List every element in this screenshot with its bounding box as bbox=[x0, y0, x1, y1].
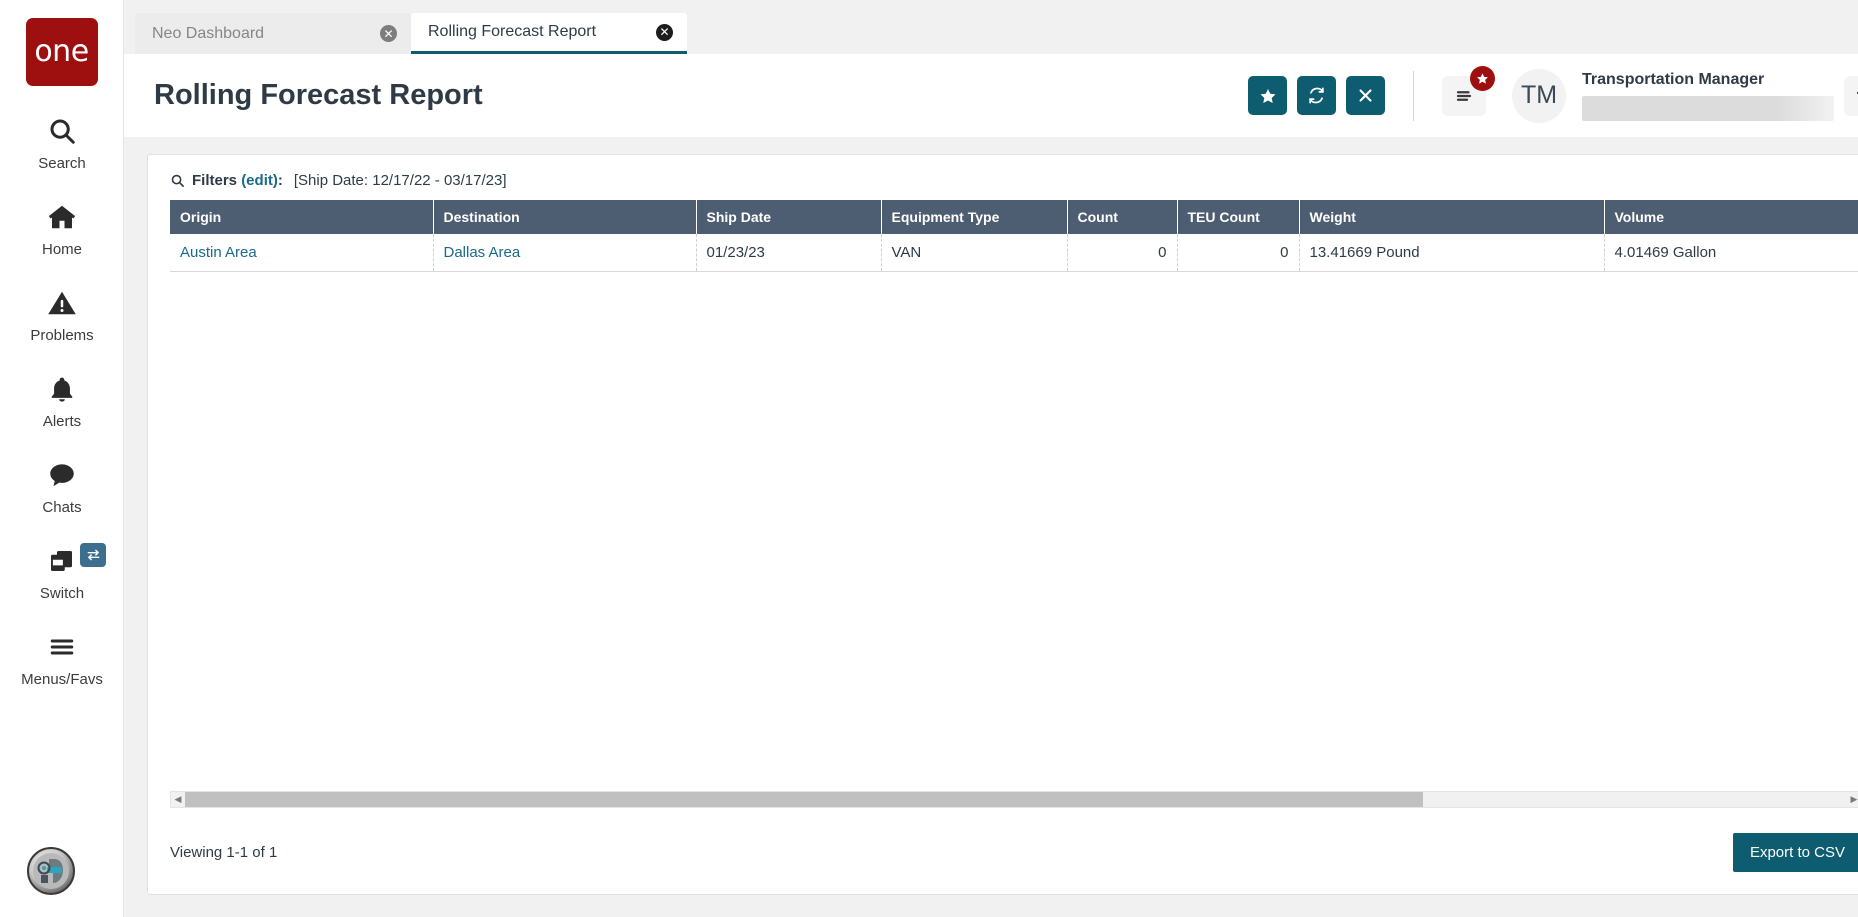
close-circle-icon[interactable]: ✕ bbox=[656, 23, 673, 41]
chevron-right-icon[interactable]: ▶ bbox=[1847, 795, 1858, 805]
logo-text: one bbox=[34, 34, 89, 69]
sidebar-item-label: Search bbox=[38, 155, 86, 172]
chevron-down-icon[interactable] bbox=[1844, 75, 1858, 116]
ai-assistant-avatar[interactable] bbox=[27, 847, 75, 895]
sidebar-item-label: Home bbox=[41, 241, 82, 258]
sidebar: one Search Home Problems Alerts Chats Sw… bbox=[0, 0, 124, 917]
avatar[interactable]: TM bbox=[1512, 68, 1566, 123]
table-body: Austin Area Dallas Area 01/23/23 VAN 0 0… bbox=[170, 234, 1858, 272]
close-button[interactable] bbox=[1346, 76, 1385, 115]
column-header-ship-date[interactable]: Ship Date bbox=[696, 200, 882, 234]
column-header-weight[interactable]: Weight bbox=[1299, 200, 1605, 234]
search-icon bbox=[170, 173, 185, 188]
warning-icon bbox=[47, 283, 77, 323]
cell-volume: 4.01469 Gallon bbox=[1604, 234, 1858, 272]
sidebar-item-label: Alerts bbox=[42, 413, 82, 430]
cell-ship-date: 01/23/23 bbox=[696, 234, 882, 272]
sidebar-item-label: Switch bbox=[39, 585, 85, 602]
scrollbar-track[interactable] bbox=[185, 792, 1847, 807]
tab-neo-dashboard[interactable]: Neo Dashboard ✕ bbox=[135, 13, 411, 54]
filters-edit-link[interactable]: (edit) bbox=[241, 172, 278, 189]
card-footer: Viewing 1-1 of 1 Export to CSV bbox=[148, 808, 1858, 894]
cell-origin: Austin Area bbox=[170, 234, 434, 272]
close-circle-icon[interactable]: ✕ bbox=[380, 25, 397, 42]
column-header-equipment-type[interactable]: Equipment Type bbox=[881, 200, 1068, 234]
refresh-button[interactable] bbox=[1297, 76, 1336, 115]
table-header: Origin Destination Ship Date Equipment T… bbox=[170, 200, 1858, 234]
header-action-buttons bbox=[1248, 76, 1385, 115]
search-icon bbox=[47, 111, 77, 151]
tab-strip: Neo Dashboard ✕ Rolling Forecast Report … bbox=[124, 0, 1858, 54]
windows-stack-icon bbox=[46, 541, 78, 581]
table-empty-space bbox=[148, 272, 1858, 792]
sidebar-item-problems[interactable]: Problems bbox=[0, 283, 124, 344]
filters-colon: : bbox=[277, 172, 283, 189]
sidebar-item-switch[interactable]: Switch bbox=[0, 541, 124, 602]
sidebar-item-label: Chats bbox=[42, 499, 82, 516]
filters-bar: Filters (edit) : [Ship Date: 12/17/22 - … bbox=[148, 155, 1858, 200]
column-header-volume[interactable]: Volume bbox=[1604, 200, 1858, 234]
destination-link[interactable]: Dallas Area bbox=[444, 244, 521, 261]
scrollbar-thumb[interactable] bbox=[185, 792, 1424, 807]
report-card: Filters (edit) : [Ship Date: 12/17/22 - … bbox=[147, 154, 1858, 895]
table-row[interactable]: Austin Area Dallas Area 01/23/23 VAN 0 0… bbox=[170, 234, 1858, 272]
column-header-count[interactable]: Count bbox=[1067, 200, 1178, 234]
chevron-left-icon[interactable]: ◀ bbox=[171, 795, 185, 805]
table-header-row: Origin Destination Ship Date Equipment T… bbox=[170, 200, 1858, 234]
table-scroll-viewport: Origin Destination Ship Date Equipment T… bbox=[170, 200, 1858, 272]
cell-teu-count: 0 bbox=[1177, 234, 1300, 272]
header-divider bbox=[1413, 70, 1414, 121]
origin-link[interactable]: Austin Area bbox=[180, 244, 257, 261]
filters-value: [Ship Date: 12/17/22 - 03/17/23] bbox=[293, 172, 507, 189]
sidebar-item-home[interactable]: Home bbox=[0, 197, 124, 258]
star-icon bbox=[1470, 65, 1495, 91]
horizontal-scrollbar[interactable]: ◀ ▶ bbox=[170, 791, 1858, 808]
page-title: Rolling Forecast Report bbox=[154, 79, 483, 111]
export-to-csv-button[interactable]: Export to CSV bbox=[1732, 833, 1858, 872]
sidebar-item-label: Menus/Favs bbox=[21, 671, 103, 688]
user-role-label: Transportation Manager bbox=[1582, 70, 1765, 88]
column-header-teu-count[interactable]: TEU Count bbox=[1177, 200, 1300, 234]
tab-label: Rolling Forecast Report bbox=[428, 23, 597, 40]
filters-label: Filters bbox=[192, 172, 238, 189]
swap-arrows-icon[interactable] bbox=[80, 543, 106, 567]
sidebar-item-alerts[interactable]: Alerts bbox=[0, 369, 124, 430]
cell-equipment-type: VAN bbox=[881, 234, 1068, 272]
forecast-table: Origin Destination Ship Date Equipment T… bbox=[170, 200, 1858, 272]
bell-icon bbox=[48, 369, 76, 409]
sidebar-item-chats[interactable]: Chats bbox=[0, 455, 124, 516]
favorites-menu-button[interactable] bbox=[1442, 65, 1495, 116]
one-network-logo[interactable]: one bbox=[25, 18, 98, 86]
main-area: Neo Dashboard ✕ Rolling Forecast Report … bbox=[124, 0, 1858, 917]
cell-count: 0 bbox=[1067, 234, 1178, 272]
content-wrapper: Filters (edit) : [Ship Date: 12/17/22 - … bbox=[124, 137, 1858, 917]
column-header-destination[interactable]: Destination bbox=[433, 200, 697, 234]
cell-destination: Dallas Area bbox=[433, 234, 697, 272]
home-icon bbox=[46, 197, 78, 237]
column-header-origin[interactable]: Origin bbox=[170, 200, 434, 234]
chat-bubble-icon bbox=[47, 455, 77, 495]
sidebar-item-menus-favs[interactable]: Menus/Favs bbox=[0, 627, 124, 688]
page-header: Rolling Forecast Report TM Transportatio… bbox=[124, 54, 1858, 137]
hamburger-icon bbox=[46, 627, 78, 667]
viewing-count-label: Viewing 1-1 of 1 bbox=[170, 844, 278, 861]
favorite-button[interactable] bbox=[1248, 76, 1287, 115]
tab-rolling-forecast-report[interactable]: Rolling Forecast Report ✕ bbox=[411, 13, 687, 54]
sidebar-item-label: Problems bbox=[30, 327, 94, 344]
sidebar-item-search[interactable]: Search bbox=[0, 111, 124, 172]
user-info: Transportation Manager bbox=[1582, 71, 1834, 121]
cell-weight: 13.41669 Pound bbox=[1299, 234, 1605, 272]
avatar-initials: TM bbox=[1520, 81, 1558, 109]
user-org-redacted bbox=[1582, 95, 1834, 121]
tab-label: Neo Dashboard bbox=[152, 24, 265, 42]
